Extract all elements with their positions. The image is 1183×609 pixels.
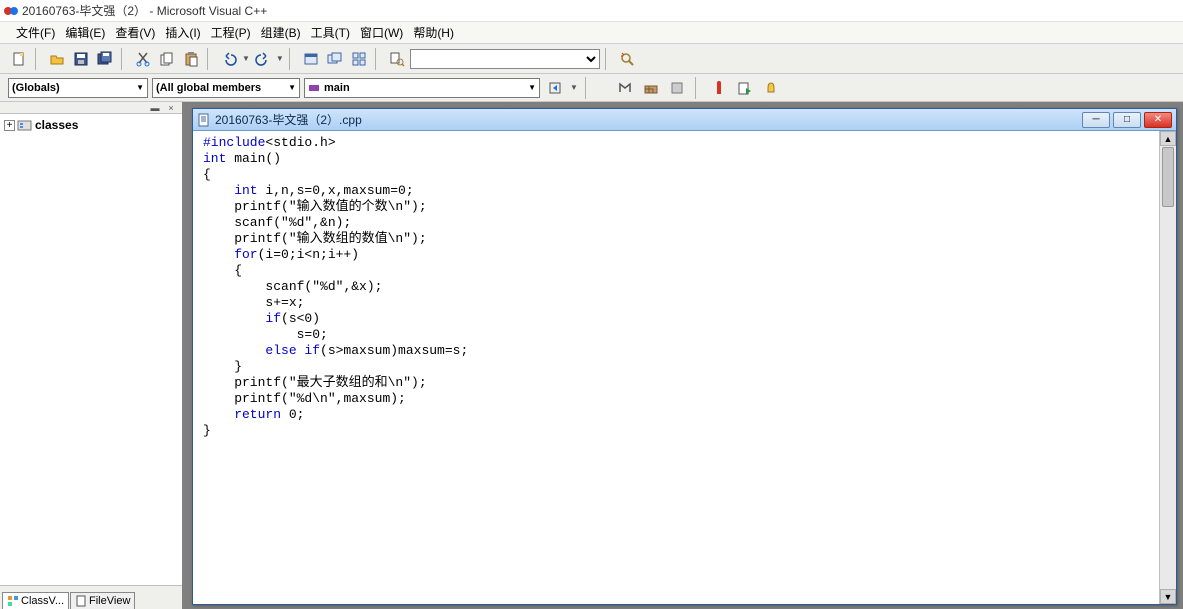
save-icon[interactable] xyxy=(70,48,92,70)
find-combo[interactable] xyxy=(410,49,600,69)
menu-build[interactable]: 组建(B) xyxy=(257,22,305,43)
classview-icon xyxy=(7,595,19,607)
tree-expand-icon[interactable]: + xyxy=(4,120,15,131)
members-combo[interactable]: (All global members▼ xyxy=(152,78,300,98)
scroll-up-icon[interactable]: ▲ xyxy=(1160,131,1176,146)
menu-file[interactable]: 文件(F) xyxy=(12,22,59,43)
build-icon[interactable] xyxy=(640,77,662,99)
menu-window[interactable]: 窗口(W) xyxy=(356,22,407,43)
workspace: ▬ × + classes ClassV... FileView xyxy=(0,102,1183,609)
editor-title: 20160763-毕文强（2）.cpp xyxy=(215,111,1082,128)
scope-combo[interactable]: (Globals)▼ xyxy=(8,78,148,98)
tab-fileview[interactable]: FileView xyxy=(70,592,135,609)
tab-classview-label: ClassV... xyxy=(21,595,64,607)
cut-icon[interactable] xyxy=(132,48,154,70)
function-icon xyxy=(308,82,320,94)
window-title: 20160763-毕文强（2） - Microsoft Visual C++ xyxy=(22,2,267,19)
dropdown-arrow-icon[interactable]: ▼ xyxy=(276,54,284,63)
stop-build-icon[interactable] xyxy=(666,77,688,99)
maximize-button[interactable]: □ xyxy=(1113,112,1141,128)
window-controls: ─ □ ✕ xyxy=(1082,112,1172,128)
tab-classview[interactable]: ClassV... xyxy=(2,592,69,609)
sidebar: ▬ × + classes ClassV... FileView xyxy=(0,102,184,609)
execute-icon[interactable] xyxy=(708,77,730,99)
sidebar-header: ▬ × xyxy=(0,102,182,114)
toolbar-separator xyxy=(35,48,41,70)
new-file-icon[interactable] xyxy=(8,48,30,70)
code-body: #include<stdio.h> int main() { int i,n,s… xyxy=(193,131,1176,604)
toolbar-separator xyxy=(121,48,127,70)
dropdown-arrow-icon[interactable]: ▼ xyxy=(242,54,250,63)
menu-edit[interactable]: 编辑(E) xyxy=(61,22,109,43)
toolbar-separator xyxy=(289,48,295,70)
toolbar-separator xyxy=(695,77,701,99)
menu-project[interactable]: 工程(P) xyxy=(207,22,255,43)
toolbar-separator xyxy=(207,48,213,70)
undo-icon[interactable] xyxy=(218,48,240,70)
window-list-icon[interactable] xyxy=(324,48,346,70)
code-editor[interactable]: #include<stdio.h> int main() { int i,n,s… xyxy=(193,131,1159,604)
menu-help[interactable]: 帮助(H) xyxy=(409,22,458,43)
find-in-files-icon[interactable] xyxy=(386,48,408,70)
document-icon xyxy=(197,113,211,127)
save-all-icon[interactable] xyxy=(94,48,116,70)
toolbar-separator xyxy=(605,48,611,70)
minimize-button[interactable]: ─ xyxy=(1082,112,1110,128)
close-button[interactable]: ✕ xyxy=(1144,112,1172,128)
tab-fileview-label: FileView xyxy=(89,595,130,607)
tree-root-label: classes xyxy=(35,118,78,132)
paste-icon[interactable] xyxy=(180,48,202,70)
toolbar-separator xyxy=(585,77,591,99)
breakpoint-hand-icon[interactable] xyxy=(760,77,782,99)
toolbar-separator xyxy=(375,48,381,70)
sidebar-tabs: ClassV... FileView xyxy=(0,585,182,609)
menu-tools[interactable]: 工具(T) xyxy=(307,22,354,43)
scroll-thumb[interactable] xyxy=(1162,147,1174,207)
find-icon[interactable] xyxy=(616,48,638,70)
app-icon xyxy=(4,4,18,18)
scope-value: (Globals) xyxy=(12,82,60,94)
tree-root-row[interactable]: + classes xyxy=(4,118,178,132)
menu-view[interactable]: 查看(V) xyxy=(111,22,159,43)
redo-icon[interactable] xyxy=(252,48,274,70)
open-icon[interactable] xyxy=(46,48,68,70)
go-icon[interactable] xyxy=(734,77,756,99)
compile-icon[interactable] xyxy=(614,77,636,99)
function-combo[interactable]: main ▼ xyxy=(304,78,540,98)
mdi-area: 20160763-毕文强（2）.cpp ─ □ ✕ #include<stdio… xyxy=(184,102,1183,609)
menubar: 文件(F) 编辑(E) 查看(V) 插入(I) 工程(P) 组建(B) 工具(T… xyxy=(0,22,1183,44)
standard-toolbar: ▼ ▼ xyxy=(0,44,1183,74)
editor-titlebar[interactable]: 20160763-毕文强（2）.cpp ─ □ ✕ xyxy=(193,109,1176,131)
window-titlebar: 20160763-毕文强（2） - Microsoft Visual C++ xyxy=(0,0,1183,22)
goto-icon[interactable] xyxy=(544,77,566,99)
dropdown-arrow-icon[interactable]: ▼ xyxy=(570,83,578,92)
sidebar-pin-icon[interactable]: ▬ xyxy=(148,103,162,113)
menu-insert[interactable]: 插入(I) xyxy=(161,22,204,43)
scroll-down-icon[interactable]: ▼ xyxy=(1160,589,1176,604)
editor-window: 20160763-毕文强（2）.cpp ─ □ ✕ #include<stdio… xyxy=(192,108,1177,605)
fileview-icon xyxy=(75,595,87,607)
workspace-icon[interactable] xyxy=(300,48,322,70)
members-value: (All global members xyxy=(156,82,261,94)
vertical-scrollbar[interactable]: ▲ ▼ xyxy=(1159,131,1176,604)
function-value: main xyxy=(324,82,350,94)
copy-icon[interactable] xyxy=(156,48,178,70)
sidebar-close-icon[interactable]: × xyxy=(164,103,178,113)
classes-folder-icon xyxy=(17,118,33,132)
tile-icon[interactable] xyxy=(348,48,370,70)
wizbar-toolbar: (Globals)▼ (All global members▼ main ▼ ▼ xyxy=(0,74,1183,102)
class-tree[interactable]: + classes xyxy=(0,114,182,585)
